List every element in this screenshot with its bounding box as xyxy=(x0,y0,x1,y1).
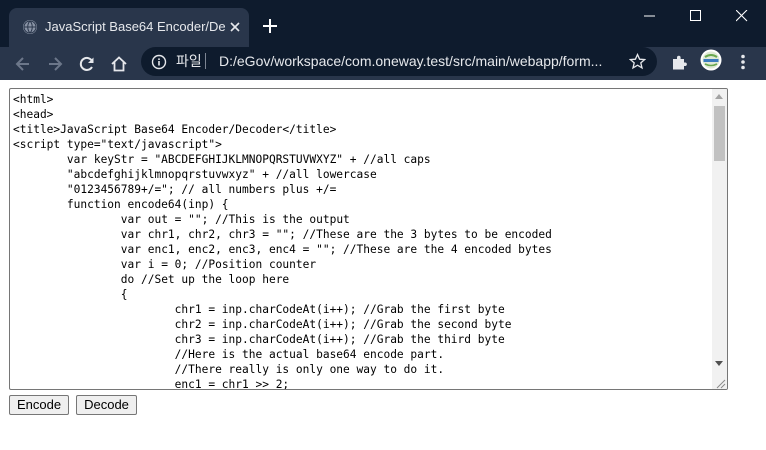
scrollbar-thumb[interactable] xyxy=(714,106,725,161)
vertical-scrollbar[interactable] xyxy=(712,89,727,389)
scroll-down-arrow-icon[interactable] xyxy=(715,361,723,366)
close-window-button[interactable] xyxy=(719,0,765,32)
page-content: <html> <head> <title>JavaScript Base64 E… xyxy=(0,80,766,450)
info-icon[interactable] xyxy=(151,54,167,70)
browser-tab[interactable]: JavaScript Base64 Encoder/Decoder xyxy=(9,8,249,47)
decode-button[interactable]: Decode xyxy=(76,395,137,415)
code-text[interactable]: <html> <head> <title>JavaScript Base64 E… xyxy=(13,92,552,389)
maximize-window-button[interactable] xyxy=(673,0,719,32)
omnibox-separator xyxy=(205,53,206,69)
star-icon[interactable] xyxy=(628,52,647,70)
resize-grip-icon[interactable] xyxy=(714,376,726,389)
kebab-menu-icon[interactable] xyxy=(738,52,748,72)
reload-icon[interactable] xyxy=(75,52,99,76)
arrow-right-icon[interactable] xyxy=(43,52,67,76)
tab-title: JavaScript Base64 Encoder/Decoder xyxy=(45,19,225,34)
plus-icon[interactable] xyxy=(259,15,281,37)
browser-title-bar: JavaScript Base64 Encoder/Decoder xyxy=(0,0,766,47)
avatar-icon[interactable] xyxy=(700,49,722,71)
arrow-left-icon[interactable] xyxy=(11,52,35,76)
url-text[interactable]: D:/eGov/workspace/com.oneway.test/src/ma… xyxy=(219,52,619,70)
minimize-window-button[interactable] xyxy=(627,0,673,32)
code-textarea[interactable]: <html> <head> <title>JavaScript Base64 E… xyxy=(9,88,728,390)
globe-icon xyxy=(22,19,38,35)
close-icon[interactable] xyxy=(227,19,243,35)
puzzle-icon[interactable] xyxy=(669,53,689,73)
browser-toolbar: 파일 D:/eGov/workspace/com.oneway.test/src… xyxy=(0,47,766,80)
address-bar[interactable]: 파일 D:/eGov/workspace/com.oneway.test/src… xyxy=(141,47,657,76)
encode-button[interactable]: Encode xyxy=(9,395,69,415)
scroll-up-arrow-icon[interactable] xyxy=(715,94,723,99)
scheme-label: 파일 xyxy=(176,53,202,69)
home-icon[interactable] xyxy=(107,52,131,76)
